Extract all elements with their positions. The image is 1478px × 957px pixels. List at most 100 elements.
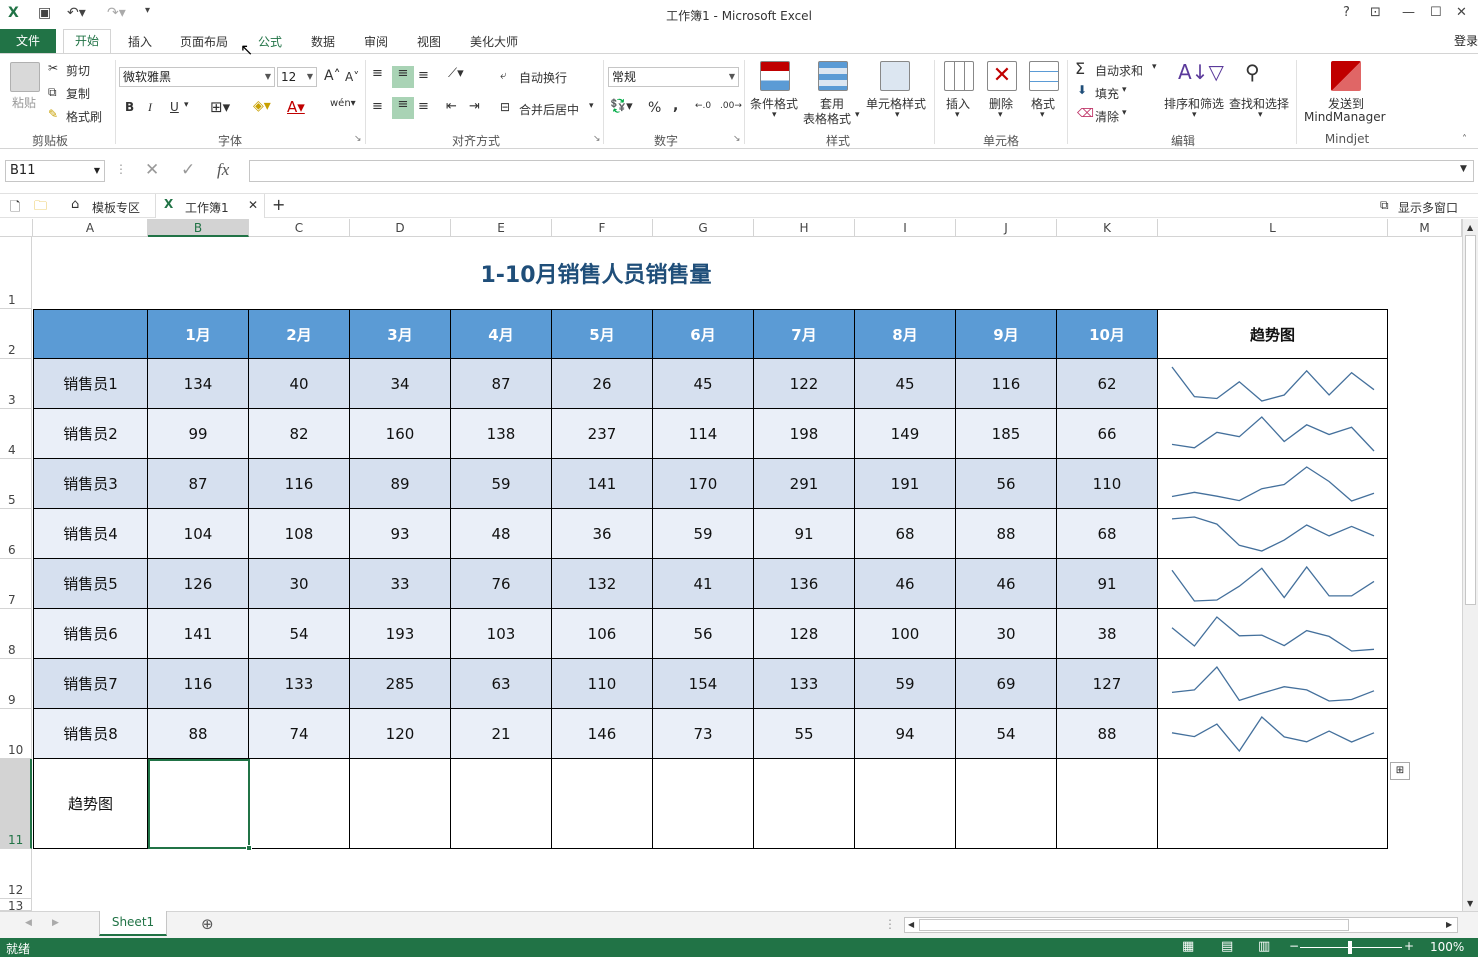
phonetic-icon[interactable]: wén▾ xyxy=(330,98,356,109)
vertical-scroll-thumb[interactable] xyxy=(1465,235,1476,605)
salesperson-name[interactable]: 销售员4 xyxy=(33,509,148,559)
column-header-d[interactable]: D xyxy=(350,219,451,237)
month-header-9[interactable]: 9月 xyxy=(956,309,1057,359)
send-to-mindmanager-button[interactable]: MindManager xyxy=(1304,110,1386,124)
sales-value-cell[interactable]: 198 xyxy=(754,409,855,459)
page-break-view-icon[interactable]: ▥ xyxy=(1258,939,1270,954)
month-header-7[interactable]: 7月 xyxy=(754,309,855,359)
autosum-dropdown-icon[interactable]: ▾ xyxy=(1152,62,1157,72)
row-header-7[interactable]: 7 xyxy=(0,559,32,609)
sparkline-cell[interactable] xyxy=(1158,509,1388,559)
sales-value-cell[interactable]: 126 xyxy=(148,559,249,609)
row-header-3[interactable]: 3 xyxy=(0,359,32,409)
sales-value-cell[interactable]: 291 xyxy=(754,459,855,509)
name-box[interactable]: B11 ▼ xyxy=(5,160,105,182)
month-header-1[interactable]: 1月 xyxy=(148,309,249,359)
sales-value-cell[interactable]: 160 xyxy=(350,409,451,459)
new-sheet-icon[interactable]: ⊕ xyxy=(201,915,214,933)
column-header-c[interactable]: C xyxy=(249,219,350,237)
add-tab-button[interactable]: + xyxy=(272,195,285,214)
sales-value-cell[interactable]: 33 xyxy=(350,559,451,609)
sales-value-cell[interactable]: 141 xyxy=(552,459,653,509)
sales-value-cell[interactable]: 62 xyxy=(1057,359,1158,409)
row-header-10[interactable]: 10 xyxy=(0,709,32,759)
salesperson-name[interactable]: 销售员2 xyxy=(33,409,148,459)
salesperson-name[interactable]: 销售员5 xyxy=(33,559,148,609)
sales-value-cell[interactable]: 87 xyxy=(451,359,552,409)
sparkline-cell[interactable] xyxy=(1158,559,1388,609)
sales-value-cell[interactable]: 99 xyxy=(148,409,249,459)
help-button[interactable]: ? xyxy=(1343,5,1350,20)
delete-cells-icon[interactable]: ✕ xyxy=(987,61,1017,91)
trend-empty-cell[interactable] xyxy=(451,759,552,849)
prev-sheet-icon[interactable]: ◀ xyxy=(25,918,32,928)
cancel-icon[interactable]: ✕ xyxy=(145,160,159,180)
sort-dropdown-icon[interactable]: ▾ xyxy=(1192,110,1197,120)
sales-value-cell[interactable]: 108 xyxy=(249,509,350,559)
font-dialog-launcher-icon[interactable]: ↘ xyxy=(354,134,362,144)
delete-dropdown-icon[interactable]: ▾ xyxy=(998,110,1003,120)
format-painter-icon[interactable]: ✎ xyxy=(48,107,58,121)
sales-value-cell[interactable]: 185 xyxy=(956,409,1057,459)
cut-icon[interactable]: ✂ xyxy=(48,61,58,75)
orientation-icon[interactable]: ⟋▾ xyxy=(448,66,464,81)
salesperson-name[interactable]: 销售员1 xyxy=(33,359,148,409)
scroll-right-icon[interactable]: ▶ xyxy=(1446,920,1452,929)
sales-value-cell[interactable]: 55 xyxy=(754,709,855,759)
format-as-table-dropdown-icon[interactable]: ▾ xyxy=(855,110,860,120)
borders-icon[interactable]: ⊞▾ xyxy=(210,98,230,116)
clear-button[interactable]: 清除 xyxy=(1095,108,1119,125)
find-dropdown-icon[interactable]: ▾ xyxy=(1258,110,1263,120)
sales-value-cell[interactable]: 193 xyxy=(350,609,451,659)
comma-button[interactable]: , xyxy=(673,98,678,114)
quick-analysis-icon[interactable]: ⊞ xyxy=(1390,762,1410,780)
trend-row-label[interactable]: 趋势图 xyxy=(33,759,148,849)
column-header-g[interactable]: G xyxy=(653,219,754,237)
sales-value-cell[interactable]: 63 xyxy=(451,659,552,709)
sales-value-cell[interactable]: 69 xyxy=(956,659,1057,709)
header-cell-corner[interactable] xyxy=(33,309,148,359)
open-folder-icon[interactable]: 🗀 xyxy=(34,197,47,219)
merge-dropdown-icon[interactable]: ▾ xyxy=(589,101,594,111)
sales-value-cell[interactable]: 127 xyxy=(1057,659,1158,709)
sales-value-cell[interactable]: 68 xyxy=(1057,509,1158,559)
merge-center-icon[interactable]: ⊟ xyxy=(500,100,510,114)
decrease-indent-icon[interactable]: ⇤ xyxy=(446,99,457,114)
sparkline-cell[interactable] xyxy=(1158,659,1388,709)
copy-icon[interactable]: ⧉ xyxy=(48,85,57,100)
salesperson-name[interactable]: 销售员8 xyxy=(33,709,148,759)
mindmanager-icon[interactable] xyxy=(1331,61,1361,91)
enter-icon[interactable]: ✓ xyxy=(181,160,195,180)
scroll-down-icon[interactable]: ▼ xyxy=(1467,899,1473,908)
cell-styles-icon[interactable] xyxy=(880,61,910,91)
cell-styles-dropdown-icon[interactable]: ▾ xyxy=(895,110,900,120)
sales-value-cell[interactable]: 30 xyxy=(956,609,1057,659)
sales-value-cell[interactable]: 46 xyxy=(956,559,1057,609)
column-header-j[interactable]: J xyxy=(956,219,1057,237)
month-header-4[interactable]: 4月 xyxy=(451,309,552,359)
zoom-level[interactable]: 100% xyxy=(1430,940,1464,954)
sales-value-cell[interactable]: 106 xyxy=(552,609,653,659)
align-bottom-icon[interactable]: ≡ xyxy=(418,68,429,83)
autosum-icon[interactable]: Σ xyxy=(1075,59,1085,78)
sales-value-cell[interactable]: 170 xyxy=(653,459,754,509)
conditional-format-dropdown-icon[interactable]: ▾ xyxy=(772,110,777,120)
minimize-button[interactable]: — xyxy=(1402,5,1415,20)
increase-indent-icon[interactable]: ⇥ xyxy=(469,99,480,114)
row-header-12[interactable]: 12 xyxy=(0,849,32,899)
salesperson-name[interactable]: 销售员3 xyxy=(33,459,148,509)
sales-value-cell[interactable]: 116 xyxy=(148,659,249,709)
italic-button[interactable]: I xyxy=(148,100,152,115)
sparkline-cell[interactable] xyxy=(1158,409,1388,459)
sales-value-cell[interactable]: 141 xyxy=(148,609,249,659)
sales-value-cell[interactable]: 88 xyxy=(956,509,1057,559)
sparkline-cell[interactable] xyxy=(1158,609,1388,659)
clear-dropdown-icon[interactable]: ▾ xyxy=(1122,108,1127,118)
grow-font-icon[interactable]: A˄ xyxy=(324,68,341,84)
sparkline-cell[interactable] xyxy=(1158,459,1388,509)
sales-value-cell[interactable]: 128 xyxy=(754,609,855,659)
month-header-8[interactable]: 8月 xyxy=(855,309,956,359)
sales-value-cell[interactable]: 41 xyxy=(653,559,754,609)
sales-value-cell[interactable]: 146 xyxy=(552,709,653,759)
shrink-font-icon[interactable]: A˅ xyxy=(345,70,359,84)
